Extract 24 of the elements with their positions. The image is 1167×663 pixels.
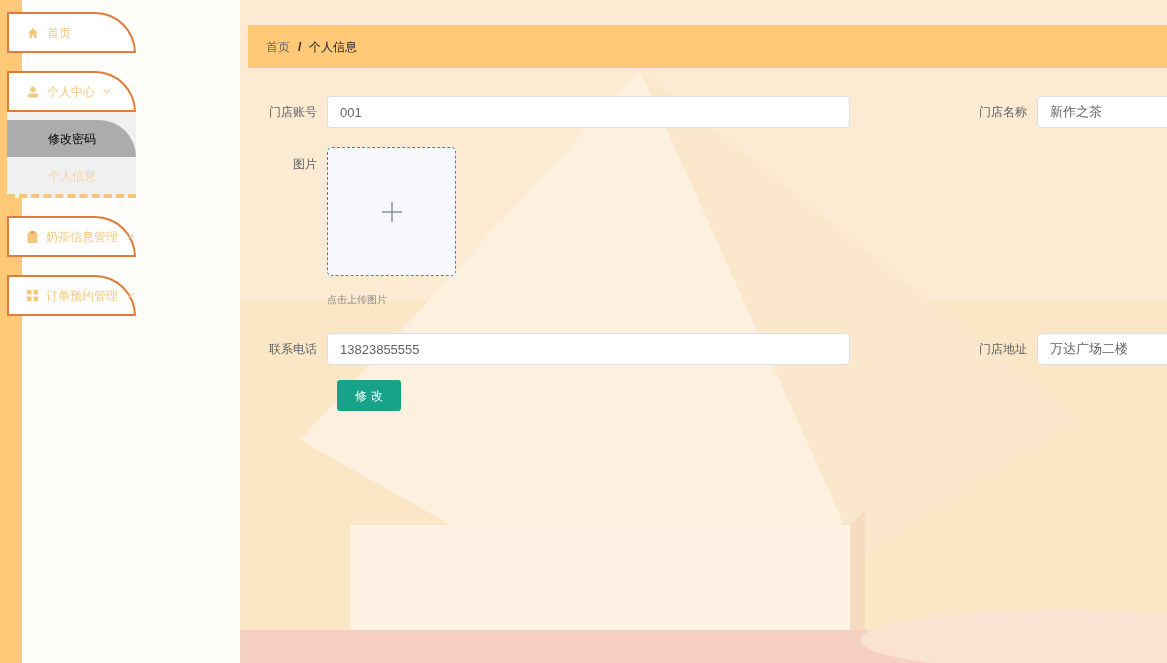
breadcrumb-link[interactable]: 首页: [266, 37, 290, 56]
field-label: 门店名称: [978, 104, 1028, 121]
user-icon: [27, 85, 39, 98]
upload-box[interactable]: [327, 147, 456, 276]
field-label: 门店账号: [268, 104, 318, 121]
breadcrumb-current: 个人信息: [309, 38, 358, 56]
breadcrumb-separator: /: [298, 38, 302, 56]
chevron-down-icon: [126, 293, 134, 298]
submit-button[interactable]: 修 改: [337, 380, 401, 411]
field-label: 门店地址: [978, 341, 1028, 358]
field-label: 联系电话: [268, 341, 318, 358]
chevron-down-icon: [103, 89, 111, 94]
clipboard-icon: [27, 230, 38, 243]
upload-hint: 点击上传图片: [327, 293, 388, 307]
input-field[interactable]: 13823855555: [327, 333, 850, 365]
plus-icon: [380, 200, 403, 223]
field-label: 图片: [292, 156, 318, 173]
input-field[interactable]: 001: [327, 96, 850, 128]
home-icon: [27, 26, 39, 39]
input-field[interactable]: 新作之茶: [1037, 96, 1167, 128]
grid-icon: [27, 290, 38, 301]
input-field[interactable]: 万达广场二楼: [1037, 333, 1167, 365]
chevron-down-icon: [126, 234, 134, 239]
submenu-item[interactable]: 修改密码: [7, 120, 136, 157]
